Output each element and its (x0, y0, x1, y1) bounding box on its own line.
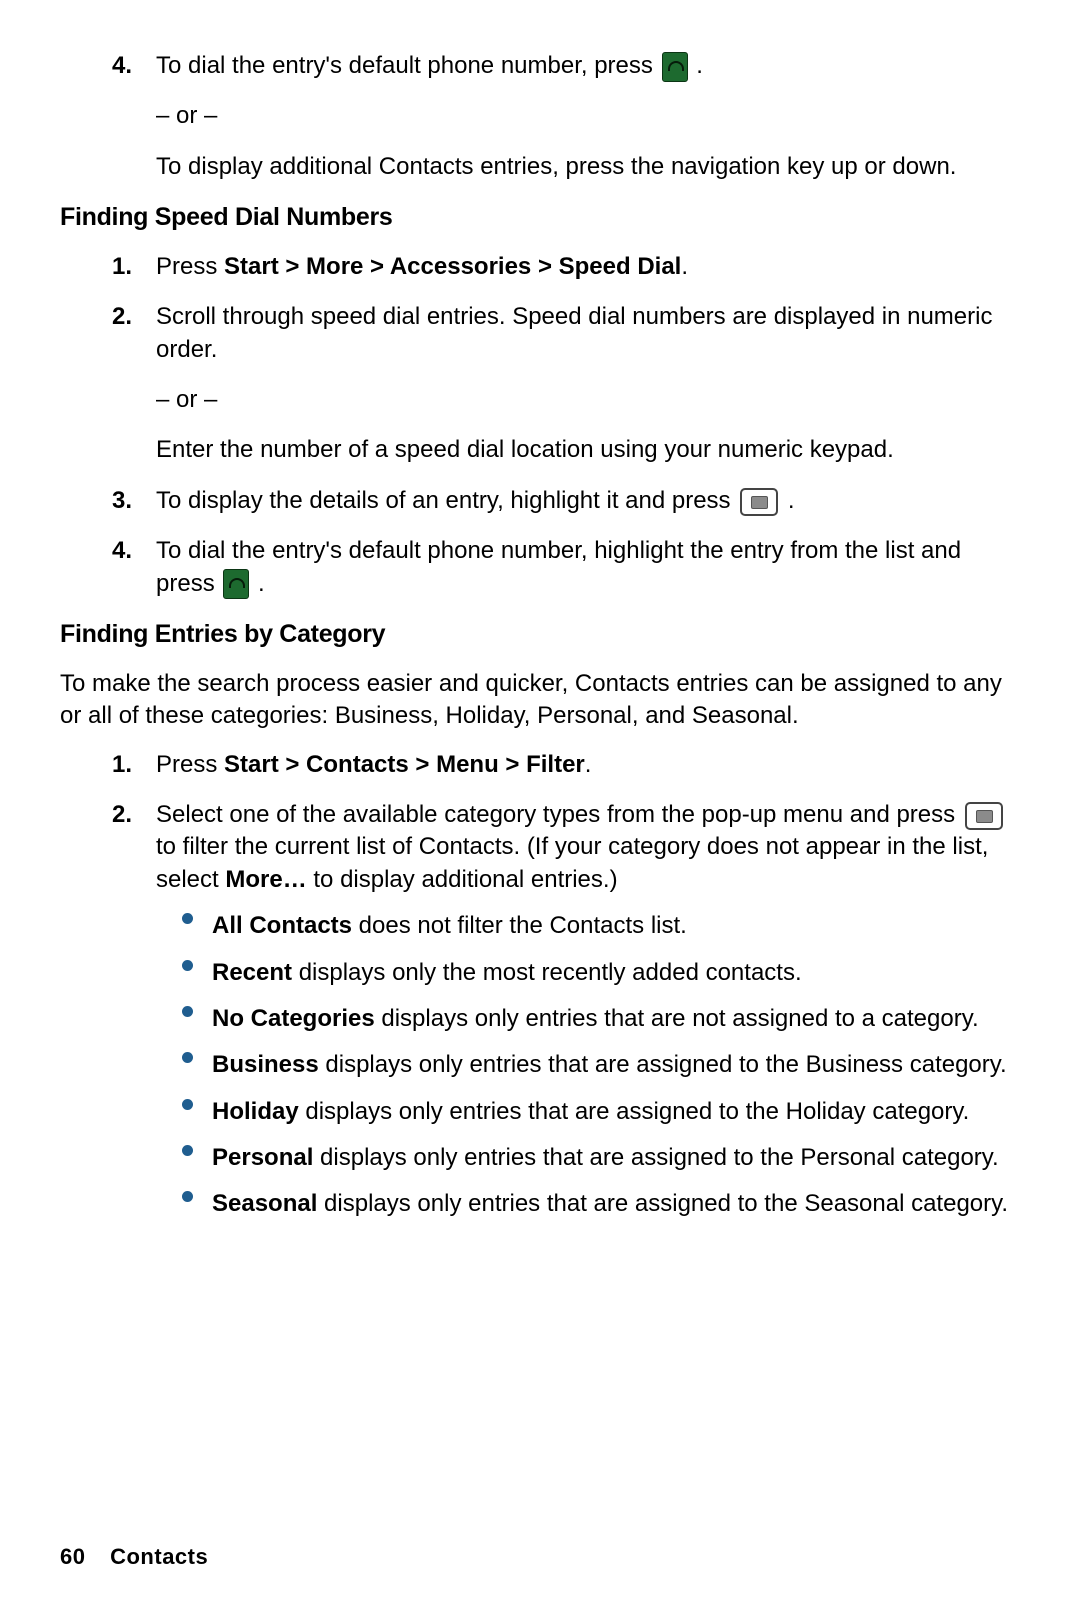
section-heading-category: Finding Entries by Category (60, 618, 1020, 652)
step-text: Scroll through speed dial entries. Speed… (156, 303, 992, 362)
filter-description: displays only entries that are not assig… (375, 1005, 979, 1032)
step-number: 1. (112, 749, 132, 781)
text-after: to display additional entries.) (313, 866, 617, 893)
filter-description: displays only entries that are assigned … (319, 1051, 1007, 1078)
filter-description: displays only the most recently added co… (292, 959, 802, 986)
category-filters-list: All Contacts does not filter the Contact… (156, 910, 1020, 1221)
text-before-icon: Select one of the available category typ… (156, 801, 962, 828)
bullet-icon (182, 1006, 193, 1017)
text-before-icon: To dial the entry's default phone number… (156, 52, 660, 79)
filter-no-categories: No Categories displays only entries that… (176, 1003, 1020, 1035)
step-text: To dial the entry's default phone number… (156, 52, 703, 79)
ok-key-icon (740, 488, 778, 516)
bullet-icon (182, 1052, 193, 1063)
filter-description: displays only entries that are assigned … (317, 1190, 1008, 1217)
bullet-icon (182, 1145, 193, 1156)
step-number: 2. (112, 301, 132, 333)
filter-name: Recent (212, 959, 292, 986)
filter-name: Seasonal (212, 1190, 317, 1217)
step-text: To display the details of an entry, high… (156, 487, 795, 514)
page-content: 4. To dial the entry's default phone num… (60, 50, 1020, 1221)
call-key-icon (223, 569, 249, 599)
step-number: 4. (112, 535, 132, 567)
step-or: – or – (156, 384, 1020, 416)
category-step-2: 2. Select one of the available category … (60, 799, 1020, 1221)
section-heading-speed-dial: Finding Speed Dial Numbers (60, 201, 1020, 235)
section-intro: To make the search process easier and qu… (60, 668, 1020, 733)
category-step-1: 1. Press Start > Contacts > Menu > Filte… (60, 749, 1020, 781)
footer-section-name: Contacts (110, 1544, 208, 1569)
filter-name: Business (212, 1051, 319, 1078)
step-body: Scroll through speed dial entries. Speed… (156, 301, 1020, 467)
step-text-suffix: . (585, 751, 592, 778)
step-or: – or – (156, 100, 1020, 132)
text-after-icon: . (696, 52, 703, 79)
filter-business: Business displays only entries that are … (176, 1049, 1020, 1081)
step-text-suffix: . (681, 253, 688, 280)
filter-name: Holiday (212, 1098, 299, 1125)
step-secondary-text: To display additional Contacts entries, … (156, 151, 1020, 183)
speed-dial-step-1: 1. Press Start > More > Accessories > Sp… (60, 251, 1020, 283)
filter-holiday: Holiday displays only entries that are a… (176, 1096, 1020, 1128)
filter-description: displays only entries that are assigned … (313, 1144, 998, 1171)
text-before-icon: To display the details of an entry, high… (156, 487, 737, 514)
step-text-prefix: Press (156, 751, 224, 778)
speed-dial-step-2: 2. Scroll through speed dial entries. Sp… (60, 301, 1020, 467)
step-text: Select one of the available category typ… (156, 801, 1006, 893)
filter-all-contacts: All Contacts does not filter the Contact… (176, 910, 1020, 942)
continued-step-4: 4. To dial the entry's default phone num… (60, 50, 1020, 183)
step-text-prefix: Press (156, 253, 224, 280)
menu-path: Start > Contacts > Menu > Filter (224, 751, 585, 778)
step-secondary-text: Enter the number of a speed dial locatio… (156, 434, 1020, 466)
filter-recent: Recent displays only the most recently a… (176, 957, 1020, 989)
speed-dial-step-3: 3. To display the details of an entry, h… (60, 485, 1020, 517)
step-number: 3. (112, 485, 132, 517)
filter-name: Personal (212, 1144, 313, 1171)
text-after-icon: . (258, 570, 265, 597)
step-body: To display the details of an entry, high… (156, 485, 1020, 517)
bullet-icon (182, 913, 193, 924)
step-number: 1. (112, 251, 132, 283)
text-after-icon: . (788, 487, 795, 514)
filter-seasonal: Seasonal displays only entries that are … (176, 1188, 1020, 1220)
ok-key-icon (965, 802, 1003, 830)
menu-path: Start > More > Accessories > Speed Dial (224, 253, 681, 280)
step-body: Select one of the available category typ… (156, 799, 1020, 1221)
step-body: To dial the entry's default phone number… (156, 50, 1020, 183)
filter-personal: Personal displays only entries that are … (176, 1142, 1020, 1174)
filter-description: displays only entries that are assigned … (299, 1098, 970, 1125)
bullet-icon (182, 1099, 193, 1110)
more-label: More… (225, 866, 306, 893)
step-number: 4. (112, 50, 132, 82)
call-key-icon (662, 52, 688, 82)
bullet-icon (182, 960, 193, 971)
step-body: Press Start > More > Accessories > Speed… (156, 251, 1020, 283)
filter-name: No Categories (212, 1005, 375, 1032)
bullet-icon (182, 1191, 193, 1202)
page-number: 60 (60, 1544, 85, 1569)
step-body: To dial the entry's default phone number… (156, 535, 1020, 600)
step-body: Press Start > Contacts > Menu > Filter. (156, 749, 1020, 781)
page-footer: 60 Contacts (60, 1544, 208, 1570)
step-text: To dial the entry's default phone number… (156, 537, 961, 596)
step-number: 2. (112, 799, 132, 831)
text-before-icon: To dial the entry's default phone number… (156, 537, 961, 596)
manual-page: 4. To dial the entry's default phone num… (0, 0, 1080, 1620)
speed-dial-step-4: 4. To dial the entry's default phone num… (60, 535, 1020, 600)
filter-name: All Contacts (212, 912, 352, 939)
filter-description: does not filter the Contacts list. (352, 912, 687, 939)
